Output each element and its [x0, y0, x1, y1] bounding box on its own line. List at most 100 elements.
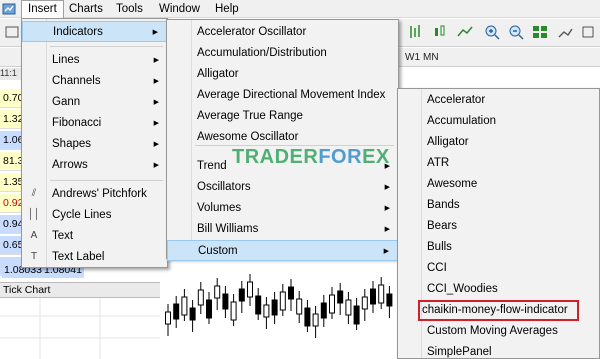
price-cell: 0.94 [0, 215, 23, 234]
menu-bar: Insert Charts Tools Window Help [0, 0, 600, 18]
menu-item-alligator[interactable]: Alligator [167, 64, 398, 85]
menu-item-custom-moving-averages[interactable]: Custom Moving Averages [398, 321, 599, 342]
tick-chart-area [0, 298, 160, 359]
candle-body [386, 293, 393, 307]
menu-item-bill-williams[interactable]: Bill Williams ▶ [167, 219, 398, 240]
candle-body [271, 299, 278, 316]
tab-tick-chart[interactable]: Tick Chart [0, 282, 160, 298]
menu-item-cycle-lines[interactable]: Cycle Lines ││ [22, 205, 167, 226]
menu-item-label: Accelerator Oscillator [197, 26, 307, 38]
menu-charts[interactable]: Charts [63, 0, 109, 18]
candle-body [238, 288, 245, 302]
custom-indicators-submenu: Accelerator Accumulation Alligator ATR Aweso… [397, 88, 600, 359]
menu-item-label: Channels [52, 75, 101, 87]
submenu-arrow-icon: ▶ [153, 162, 159, 169]
menu-item-fibonacci[interactable]: Fibonacci ▶ [22, 113, 167, 134]
menu-item-gann[interactable]: Gann ▶ [22, 92, 167, 113]
candle-body [320, 302, 327, 319]
menu-window[interactable]: Window [153, 0, 206, 18]
price-cell: 0.70 [0, 89, 23, 108]
menu-item-indicators[interactable]: Indicators ▶ [22, 21, 167, 42]
menu-item-oscillators[interactable]: Oscillators ▶ [167, 177, 398, 198]
toolbar-button[interactable] [2, 22, 22, 42]
price-cell: 1.32 [0, 110, 23, 129]
menu-item-label: Bears [427, 220, 458, 232]
menu-help[interactable]: Help [209, 0, 245, 18]
price-cell: 1.06 [0, 131, 23, 150]
menu-item-cci[interactable]: CCI [398, 258, 599, 279]
menu-separator [50, 180, 163, 181]
candle-body [378, 284, 385, 304]
menu-item-label: Bulls [427, 241, 452, 253]
menu-item-chaikin-money-flow-indicator[interactable]: chaikin-money-flow-indicator [418, 300, 579, 321]
submenu-arrow-icon: ▶ [384, 205, 390, 212]
menu-item-average-true-range[interactable]: Average True Range [167, 106, 398, 127]
submenu-arrow-icon: ▶ [153, 120, 159, 127]
candle-body [181, 296, 188, 316]
menu-item-cci-woodies[interactable]: CCI_Woodies [398, 279, 599, 300]
line-chart-icon[interactable] [455, 22, 475, 42]
menu-item-custom[interactable]: Custom ▶ [167, 240, 398, 261]
menu-item-label: Bands [427, 199, 460, 211]
menu-item-text[interactable]: Text A [22, 226, 167, 247]
menu-item-simplepanel[interactable]: SimplePanel [398, 342, 599, 359]
candlestick-icon[interactable] [430, 22, 450, 42]
menu-insert[interactable]: Insert [21, 0, 64, 18]
menu-item-atr[interactable]: ATR [398, 153, 599, 174]
zoom-out-icon[interactable] [506, 22, 526, 42]
tile-windows-icon[interactable] [530, 22, 550, 42]
menu-separator [50, 46, 163, 47]
timeframe-mn[interactable]: MN [420, 50, 442, 65]
menu-item-text-label[interactable]: Text Label T [22, 247, 167, 268]
menu-item-accumulation[interactable]: Accumulation [398, 111, 599, 132]
bar-chart-icon[interactable] [405, 22, 425, 42]
menu-item-bears[interactable]: Bears [398, 216, 599, 237]
candle-body [255, 295, 262, 315]
tick-chart-graph [0, 298, 160, 359]
menu-item-bulls[interactable]: Bulls [398, 237, 599, 258]
menu-item-label: Awesome [427, 178, 478, 190]
cycle-lines-icon: ││ [27, 209, 41, 220]
candle-body [361, 296, 368, 310]
menu-item-label: Bill Williams [197, 223, 259, 235]
candle-body [165, 311, 171, 325]
watermark-logo: TRADERFOREX [232, 146, 390, 168]
menu-item-label: Alligator [427, 136, 469, 148]
candle-body [329, 294, 335, 314]
menu-item-label: Shapes [52, 138, 92, 150]
candle-body [189, 307, 196, 321]
menu-item-accumulation-distribution[interactable]: Accumulation/Distribution [167, 43, 398, 64]
menu-item-accelerator-oscillator[interactable]: Accelerator Oscillator [167, 22, 398, 43]
text-icon: A [30, 230, 38, 241]
menu-item-andrews-pitchfork[interactable]: Andrews' Pitchfork ⫽ [22, 184, 167, 205]
app-icon[interactable] [2, 2, 16, 16]
menu-item-volumes[interactable]: Volumes ▶ [167, 198, 398, 219]
menu-item-label: Trend [197, 160, 227, 172]
submenu-arrow-icon: ▶ [383, 248, 389, 255]
price-cell: 81.3 [0, 152, 23, 171]
menu-item-label: Arrows [52, 159, 88, 171]
menu-item-label: Oscillators [197, 181, 251, 193]
menu-item-bands[interactable]: Bands [398, 195, 599, 216]
menu-item-label: Text [52, 230, 74, 242]
menu-item-label: Fibonacci [52, 117, 102, 129]
menu-item-average-directional-movement-index[interactable]: Average Directional Movement Index [167, 85, 398, 106]
zoom-in-icon[interactable] [482, 22, 502, 42]
menu-item-alligator[interactable]: Alligator [398, 132, 599, 153]
menu-item-lines[interactable]: Lines ▶ [22, 50, 167, 71]
chart-shift-icon[interactable] [555, 22, 575, 42]
candle-body [197, 289, 204, 306]
menu-item-label: SimplePanel [427, 346, 492, 358]
candle-body [222, 293, 229, 310]
menu-item-channels[interactable]: Channels ▶ [22, 71, 167, 92]
menu-item-label: Custom Moving Averages [427, 325, 558, 337]
menu-tools[interactable]: Tools [110, 0, 149, 18]
menu-item-arrows[interactable]: Arrows ▶ [22, 155, 167, 176]
menu-item-label: Custom [198, 245, 238, 257]
autoscroll-icon[interactable] [578, 22, 598, 42]
menu-item-shapes[interactable]: Shapes ▶ [22, 134, 167, 155]
menu-item-accelerator[interactable]: Accelerator [398, 90, 599, 111]
submenu-arrow-icon: ▶ [153, 78, 159, 85]
price-chart[interactable] [160, 248, 400, 359]
menu-item-awesome[interactable]: Awesome [398, 174, 599, 195]
